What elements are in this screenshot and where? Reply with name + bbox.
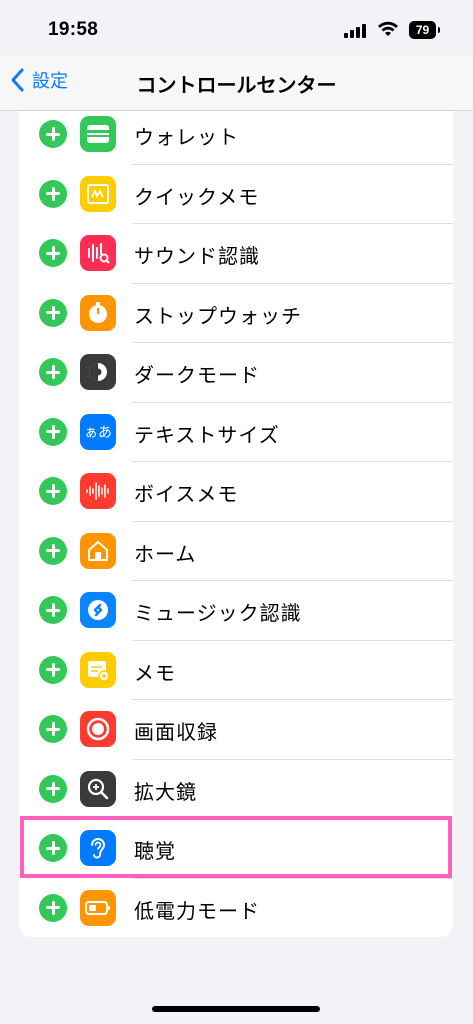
add-button[interactable] (39, 179, 67, 208)
item-label: 低電力モード (134, 898, 260, 923)
list-item-sound-recognition: サウンド認識 (19, 224, 453, 284)
screen-recording-icon (80, 711, 116, 747)
low-power-mode-icon (80, 889, 116, 926)
item-label: ミュージック認識 (134, 601, 302, 625)
item-label: クイックメモ (134, 184, 260, 209)
quick-note-icon (80, 175, 116, 212)
add-button[interactable] (39, 298, 67, 327)
highlight-box (20, 816, 452, 878)
notes-icon (80, 651, 116, 688)
sound-recognition-icon (80, 235, 116, 271)
dark-mode-icon (80, 354, 116, 390)
status-time: 19:58 (48, 19, 99, 40)
item-label: テキストサイズ (134, 422, 280, 447)
item-label: ダークモード (134, 363, 260, 387)
list-item-text-size: ぁあ テキストサイズ (19, 403, 453, 462)
more-controls-list: ウォレット クイックメモ サウンド認識 ストップウォッチ ダークモード ぁあ テ… (19, 111, 453, 937)
home-icon (80, 532, 116, 569)
item-label: ホーム (134, 541, 197, 566)
add-button[interactable] (39, 358, 67, 386)
list-item-magnifier: 拡大鏡 (19, 760, 453, 819)
add-button[interactable] (39, 536, 67, 565)
list-item-screen-recording: 画面収録 (19, 700, 453, 760)
text-size-icon: ぁあ (80, 413, 116, 450)
add-button[interactable] (39, 655, 67, 684)
add-button[interactable] (39, 417, 67, 446)
cellular-signal-icon (344, 24, 366, 38)
battery-tip (438, 27, 440, 33)
item-label: ストップウォッチ (134, 303, 302, 328)
add-button[interactable] (39, 893, 67, 922)
list-item-stopwatch: ストップウォッチ (19, 284, 453, 343)
add-button[interactable] (39, 477, 67, 505)
list-item-wallet: ウォレット (19, 111, 453, 165)
item-label: 画面収録 (134, 720, 218, 744)
wallet-icon (80, 116, 116, 152)
wifi-icon (378, 21, 398, 36)
list-item-dark-mode: ダークモード (19, 343, 453, 403)
voice-memo-icon (80, 473, 116, 509)
item-label: ボイスメモ (134, 482, 239, 506)
status-bar: 19:58 79 (0, 0, 473, 60)
home-indicator (152, 1006, 320, 1012)
add-button[interactable] (39, 596, 67, 624)
battery-indicator: 79 (409, 21, 436, 39)
list-item-music-recognition: ミュージック認識 (19, 581, 453, 641)
add-button[interactable] (39, 715, 67, 743)
list-item-low-power-mode: 低電力モード (19, 879, 453, 938)
list-item-home: ホーム (19, 522, 453, 581)
add-button[interactable] (39, 774, 67, 803)
item-label: サウンド認識 (134, 244, 260, 268)
navigation-bar: 設定 コントロールセンター (0, 55, 473, 111)
item-label: ウォレット (134, 125, 239, 149)
item-label: 拡大鏡 (134, 779, 197, 804)
add-button[interactable] (39, 120, 67, 148)
shazam-icon (80, 592, 116, 628)
stopwatch-icon (80, 294, 116, 331)
list-item-notes: メモ (19, 641, 453, 700)
page-title: コントロールセンター (136, 73, 337, 97)
list-item-quick-note: クイックメモ (19, 165, 453, 224)
item-label: メモ (134, 660, 176, 685)
magnifier-icon (80, 770, 116, 807)
add-button[interactable] (39, 239, 67, 267)
list-item-voice-memo: ボイスメモ (19, 462, 453, 522)
